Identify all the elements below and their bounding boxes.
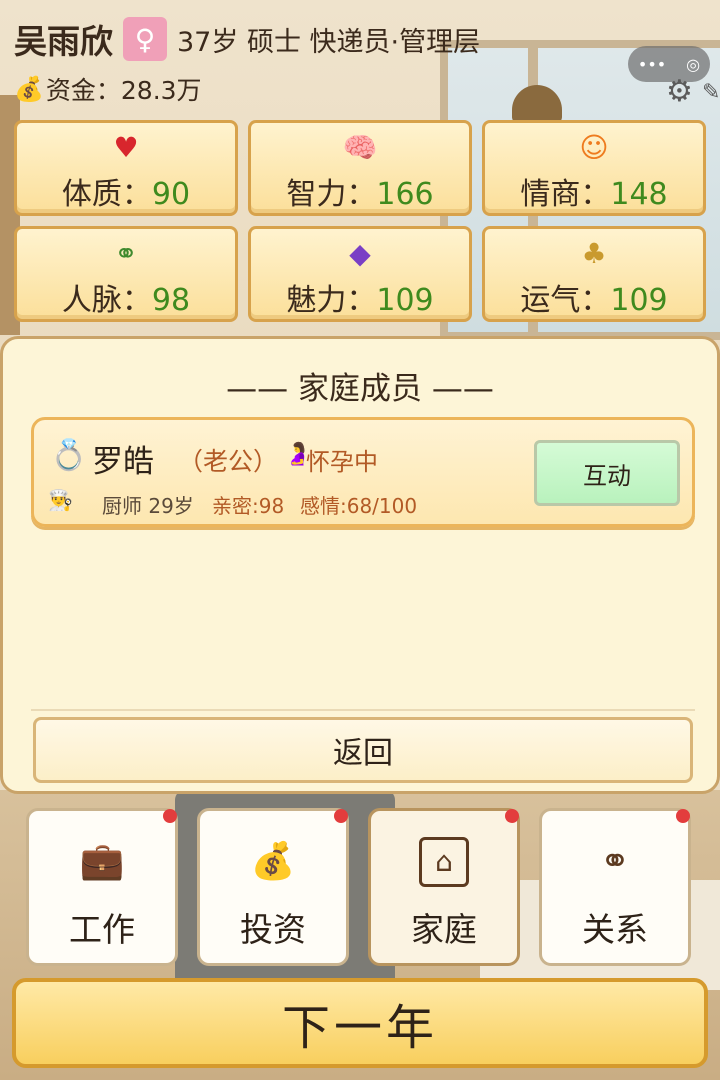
stat-card-luck: ♣ 运气：109 xyxy=(482,226,706,322)
stat-row: 魅力：109 xyxy=(286,275,433,319)
stat-label: 运气： xyxy=(520,283,611,318)
stat-value: 109 xyxy=(376,283,434,318)
stat-label: 体质： xyxy=(61,177,152,212)
member-age: 29岁 xyxy=(148,494,194,518)
nav-relations-button[interactable]: ⚭ 关系 xyxy=(539,808,691,966)
member-intimacy: 亲密:98 xyxy=(212,494,285,518)
back-button[interactable]: 返回 xyxy=(33,717,693,783)
stat-value: 148 xyxy=(610,177,668,212)
nav-family-button[interactable]: ⌂ 家庭 xyxy=(368,808,520,966)
stat-label: 人脉： xyxy=(61,283,152,318)
nav-invest-button[interactable]: 💰 投资 xyxy=(197,808,349,966)
stat-value: 98 xyxy=(151,283,191,318)
nav-label: 投资 xyxy=(240,910,306,949)
member-relation: （老公） xyxy=(178,447,279,476)
member-job-age: 厨师 29岁 xyxy=(102,490,194,519)
smile-heart-icon: ☺ xyxy=(579,131,609,164)
player-info: 37岁 硕士 快递员·管理层 xyxy=(177,26,481,58)
player-name: 吴雨欣 xyxy=(14,22,113,61)
stat-row: 体质：90 xyxy=(62,169,190,213)
people-icon: ⚭ xyxy=(599,841,631,882)
close-mini-program-icon[interactable]: ◎ xyxy=(686,55,700,74)
ring-icon: 💍 xyxy=(50,438,88,473)
stat-row: 运气：109 xyxy=(520,275,667,319)
notification-dot xyxy=(505,809,519,823)
panel-title: —— 家庭成员 —— xyxy=(226,371,494,407)
diamond-icon: ◆ xyxy=(349,237,371,270)
stat-row: 人脉：98 xyxy=(62,275,190,319)
member-job: 厨师 xyxy=(102,494,142,518)
money-bag-icon: 💰 xyxy=(14,75,44,103)
stat-value: 166 xyxy=(376,177,434,212)
family-member-card: 💍 罗皓 （老公） 🤰 怀孕中 👨‍🍳 厨师 29岁 亲密:98 感情:68/1… xyxy=(31,417,695,527)
people-icon: ⚭ xyxy=(114,237,138,270)
house-icon-box: ⌂ xyxy=(419,837,469,887)
stat-card-constitution: ♥ 体质：90 xyxy=(14,120,238,216)
stat-value: 109 xyxy=(610,283,668,318)
pencil-icon[interactable]: ✎ xyxy=(702,80,720,110)
stat-card-connections: ⚭ 人脉：98 xyxy=(14,226,238,322)
nav-label: 家庭 xyxy=(411,910,477,949)
member-affection: 感情:68/100 xyxy=(300,494,418,518)
next-year-button[interactable]: 下一年 xyxy=(12,978,708,1068)
stat-label: 魅力： xyxy=(286,283,377,318)
notification-dot xyxy=(676,809,690,823)
member-name: 罗皓 xyxy=(92,444,154,480)
stat-row: 情商：148 xyxy=(520,169,667,213)
member-status: 怀孕中 xyxy=(306,448,378,476)
stat-label: 智力： xyxy=(286,177,377,212)
money-bag-icon: 💰 xyxy=(250,841,296,882)
notification-dot xyxy=(334,809,348,823)
brain-icon: 🧠 xyxy=(342,131,378,164)
nav-label: 工作 xyxy=(69,910,135,949)
clover-icon: ♣ xyxy=(581,237,607,270)
stat-label: 情商： xyxy=(520,177,611,212)
chef-icon: 👨‍🍳 xyxy=(48,488,73,512)
funds-text: 资金：28.3万 xyxy=(45,76,202,105)
more-icon[interactable]: ••• xyxy=(638,55,666,74)
nav-label: 关系 xyxy=(582,910,648,949)
briefcase-icon: 💼 xyxy=(79,841,125,882)
nav-work-button[interactable]: 💼 工作 xyxy=(26,808,178,966)
stat-card-charm: ◆ 魅力：109 xyxy=(248,226,472,322)
family-panel: —— 家庭成员 —— 💍 罗皓 （老公） 🤰 怀孕中 👨‍🍳 厨师 29岁 亲密… xyxy=(0,336,720,794)
stat-card-intelligence: 🧠 智力：166 xyxy=(248,120,472,216)
funds-display: 💰 资金：28.3万 xyxy=(14,70,202,108)
interact-button[interactable]: 互动 xyxy=(534,440,680,506)
house-icon: ⌂ xyxy=(419,837,469,887)
heart-icon: ♥ xyxy=(113,131,139,164)
stat-row: 智力：166 xyxy=(286,169,433,213)
divider xyxy=(31,709,695,711)
stat-value: 90 xyxy=(151,177,191,212)
stats-grid: ♥ 体质：90 🧠 智力：166 ☺ 情商：148 ⚭ 人脉：98 ◆ 魅力：1… xyxy=(14,120,706,322)
notification-dot xyxy=(163,809,177,823)
female-gender-icon: ♀ xyxy=(123,17,167,61)
stat-card-eq: ☺ 情商：148 xyxy=(482,120,706,216)
player-header: 吴雨欣 ♀ 37岁 硕士 快递员·管理层 xyxy=(14,14,480,64)
gear-icon[interactable]: ⚙ xyxy=(666,74,700,109)
